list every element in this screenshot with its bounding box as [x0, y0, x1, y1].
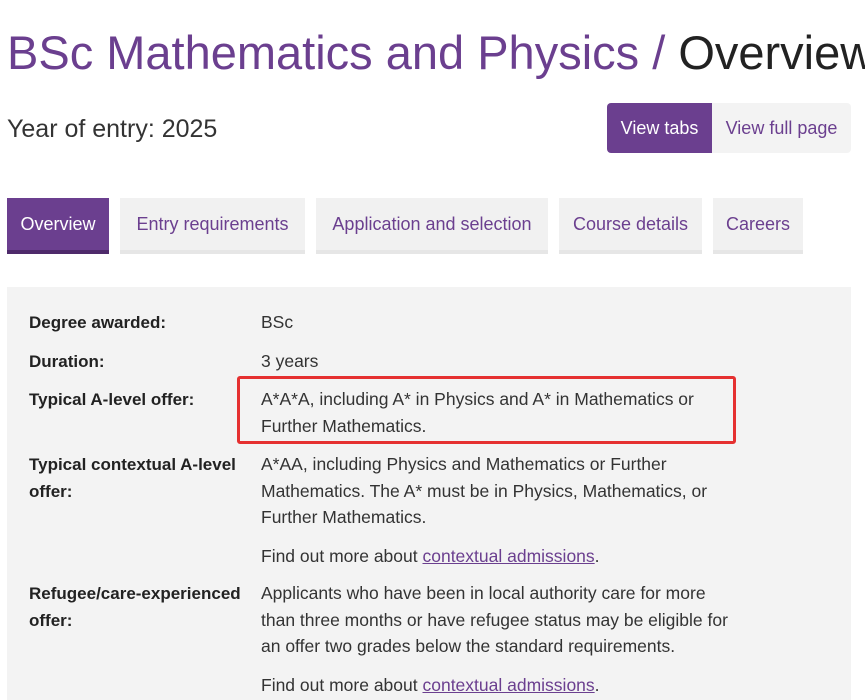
contextual-more: Find out more about contextual admission…	[261, 543, 741, 570]
duration-value: 3 years	[261, 351, 319, 371]
course-title: BSc Mathematics and Physics	[7, 26, 640, 79]
overview-panel: Degree awarded: BSc Duration: 3 years Ty…	[7, 287, 851, 700]
view-tabs-button[interactable]: View tabs	[607, 103, 712, 153]
tab-course-details[interactable]: Course details	[559, 198, 702, 254]
contextual-more-suffix: .	[594, 545, 600, 566]
refugee-value: Applicants who have been in local author…	[261, 580, 741, 698]
refugee-more-suffix: .	[594, 674, 600, 695]
duration-label: Duration:	[29, 352, 105, 371]
page-title: BSc Mathematics and Physics / Overview	[7, 22, 865, 84]
degree-label: Degree awarded:	[29, 313, 166, 332]
refugee-more: Find out more about contextual admission…	[261, 672, 741, 699]
tab-overview[interactable]: Overview	[7, 198, 109, 254]
contextual-text: A*AA, including Physics and Mathematics …	[261, 454, 708, 527]
a-level-label: Typical A-level offer:	[29, 390, 195, 409]
refugee-text: Applicants who have been in local author…	[261, 583, 728, 656]
view-toggle: View tabs View full page	[607, 103, 851, 153]
refugee-more-prefix: Find out more about	[261, 674, 423, 695]
contextual-more-prefix: Find out more about	[261, 545, 423, 566]
title-separator: /	[652, 26, 666, 79]
refugee-contextual-admissions-link[interactable]: contextual admissions	[422, 675, 594, 695]
tab-careers[interactable]: Careers	[713, 198, 803, 254]
tab-application-and-selection[interactable]: Application and selection	[316, 198, 548, 254]
view-full-page-button[interactable]: View full page	[712, 103, 851, 153]
section-title: Overview	[678, 26, 865, 79]
year-of-entry: Year of entry: 2025	[7, 115, 218, 143]
contextual-label: Typical contextual A-level offer:	[29, 455, 236, 501]
refugee-label: Refugee/care-experienced offer:	[29, 584, 241, 630]
tab-entry-requirements[interactable]: Entry requirements	[120, 198, 305, 254]
degree-value: BSc	[261, 312, 294, 332]
contextual-value: A*AA, including Physics and Mathematics …	[261, 451, 741, 569]
contextual-admissions-link[interactable]: contextual admissions	[422, 546, 594, 566]
a-level-value: A*A*A, including A* in Physics and A* in…	[261, 389, 694, 436]
